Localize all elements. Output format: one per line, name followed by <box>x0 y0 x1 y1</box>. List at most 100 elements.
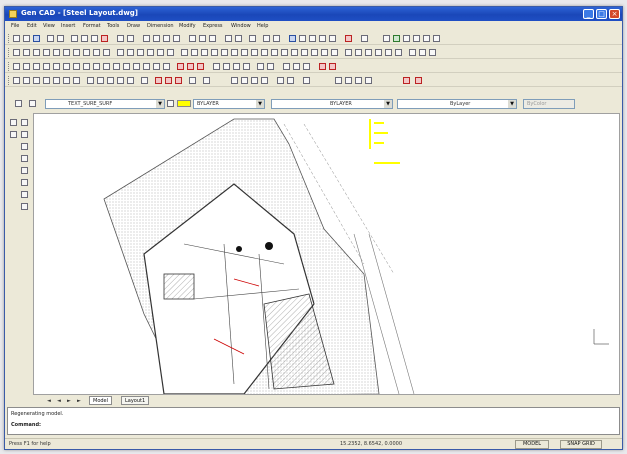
snap-intersection-icon[interactable] <box>53 63 60 70</box>
audit-icon[interactable] <box>155 77 162 84</box>
hyperlink-icon[interactable] <box>263 35 270 42</box>
layer-lock-icon[interactable] <box>127 77 134 84</box>
zoom-previous-icon[interactable] <box>173 35 180 42</box>
layer-off-icon[interactable] <box>107 77 114 84</box>
polygon-tool-icon[interactable] <box>21 131 28 138</box>
chamfer-icon[interactable] <box>311 49 318 56</box>
arc-tool-icon[interactable] <box>21 155 28 162</box>
hatch-tool-icon[interactable] <box>21 203 28 210</box>
text-icon[interactable] <box>299 35 306 42</box>
snap-parallel-icon[interactable] <box>123 63 130 70</box>
layer-props-icon[interactable] <box>29 100 36 107</box>
dim-aligned-icon[interactable] <box>355 49 362 56</box>
explode-icon[interactable] <box>331 49 338 56</box>
dim-update-icon[interactable] <box>419 49 426 56</box>
menu-tools[interactable]: Tools <box>107 23 119 29</box>
shade-icon[interactable] <box>303 63 310 70</box>
menu-help[interactable]: Help <box>257 23 268 29</box>
redraw-icon[interactable] <box>203 77 210 84</box>
regen-icon[interactable] <box>189 77 196 84</box>
etransmit-icon[interactable] <box>73 77 80 84</box>
menu-edit[interactable]: Edit <box>27 23 37 29</box>
toolbar-grip[interactable] <box>8 62 10 71</box>
xref-icon[interactable] <box>197 63 204 70</box>
app-icon[interactable] <box>9 10 17 18</box>
snap-quadrant-icon[interactable] <box>93 63 100 70</box>
pencil-icon[interactable] <box>393 35 400 42</box>
redo-icon[interactable] <box>127 35 134 42</box>
properties-icon[interactable] <box>189 35 196 42</box>
gradient-draw-icon[interactable] <box>157 49 164 56</box>
chevron-down-icon[interactable]: ▼ <box>156 100 164 108</box>
layer-freeze-icon[interactable] <box>117 77 124 84</box>
wblock-icon[interactable] <box>187 63 194 70</box>
quick-select-icon[interactable] <box>287 77 294 84</box>
menu-draw[interactable]: Draw <box>127 23 140 29</box>
move-icon[interactable] <box>231 49 238 56</box>
tab-first-button[interactable]: ◄ <box>47 398 51 404</box>
view-iso-icon[interactable] <box>283 63 290 70</box>
tab-next-button[interactable]: ► <box>67 398 71 404</box>
view-top-icon[interactable] <box>257 63 264 70</box>
menu-insert[interactable]: Insert <box>61 23 75 29</box>
menu-window[interactable]: Window <box>231 23 251 29</box>
gradient-icon[interactable] <box>423 35 430 42</box>
toolbar-grip[interactable] <box>8 48 10 57</box>
cut-icon[interactable] <box>71 35 78 42</box>
lineweight-dropdown[interactable]: ByLayer ▼ <box>397 99 517 109</box>
chevron-down-icon[interactable]: ▼ <box>384 100 392 108</box>
spell-check-icon[interactable] <box>335 77 342 84</box>
menu-file[interactable]: File <box>11 23 19 29</box>
layer-prev-icon[interactable] <box>87 77 94 84</box>
checkbox-polar-icon[interactable] <box>251 77 258 84</box>
snap-none-icon[interactable] <box>163 63 170 70</box>
design-center-icon[interactable] <box>199 35 206 42</box>
snap-tangent-icon[interactable] <box>103 63 110 70</box>
snap-insert-icon[interactable] <box>133 63 140 70</box>
tab-last-button[interactable]: ► <box>77 398 81 404</box>
print-icon[interactable] <box>47 35 54 42</box>
layer-manager-icon[interactable] <box>225 35 232 42</box>
rotate-icon[interactable] <box>241 49 248 56</box>
render-icon[interactable] <box>319 63 326 70</box>
ucs-world-icon[interactable] <box>223 63 230 70</box>
title-bar[interactable]: Gen CAD - [Steel Layout.dwg] _ □ × <box>5 7 622 21</box>
tab-prev-button[interactable]: ◄ <box>57 398 61 404</box>
snap-perpendicular-icon[interactable] <box>113 63 120 70</box>
arrow-down-icon[interactable] <box>415 77 422 84</box>
hatch-icon[interactable] <box>403 35 410 42</box>
snap-midpoint-icon[interactable] <box>43 63 50 70</box>
layer-state-icon[interactable] <box>15 100 22 107</box>
print-preview-icon[interactable] <box>57 35 64 42</box>
snap-nearest-icon[interactable] <box>153 63 160 70</box>
chevron-down-icon[interactable]: ▼ <box>256 100 264 108</box>
save-icon[interactable] <box>33 35 40 42</box>
temp-track-icon[interactable] <box>13 63 20 70</box>
ucs-previous-icon[interactable] <box>233 63 240 70</box>
array-icon[interactable] <box>221 49 228 56</box>
menu-modify[interactable]: Modify <box>179 23 196 29</box>
snap-apparent-icon[interactable] <box>63 63 70 70</box>
tool-palettes-icon[interactable] <box>209 35 216 42</box>
tab-model[interactable]: Model <box>89 396 113 405</box>
point-icon[interactable] <box>137 49 144 56</box>
snap-grid-toggle[interactable]: SNAP GRID <box>560 440 602 449</box>
offset-icon[interactable] <box>211 49 218 56</box>
clip-viewport-icon[interactable] <box>33 77 40 84</box>
checkbox-grid-icon[interactable] <box>231 77 238 84</box>
trim-icon[interactable] <box>271 49 278 56</box>
undo-icon[interactable] <box>117 35 124 42</box>
circle-tool-icon[interactable] <box>21 167 28 174</box>
multiline-style-icon[interactable] <box>365 77 372 84</box>
globe-icon[interactable] <box>289 35 296 42</box>
menu-view[interactable]: View <box>43 23 55 29</box>
join-icon[interactable] <box>301 49 308 56</box>
layer-iso-icon[interactable] <box>97 77 104 84</box>
line-icon[interactable] <box>383 35 390 42</box>
menu-format[interactable]: Format <box>83 23 101 29</box>
distance-icon[interactable] <box>249 35 256 42</box>
lights-icon[interactable] <box>329 63 336 70</box>
tolerance-icon[interactable] <box>395 49 402 56</box>
pan-icon[interactable] <box>143 35 150 42</box>
spline-icon[interactable] <box>83 49 90 56</box>
